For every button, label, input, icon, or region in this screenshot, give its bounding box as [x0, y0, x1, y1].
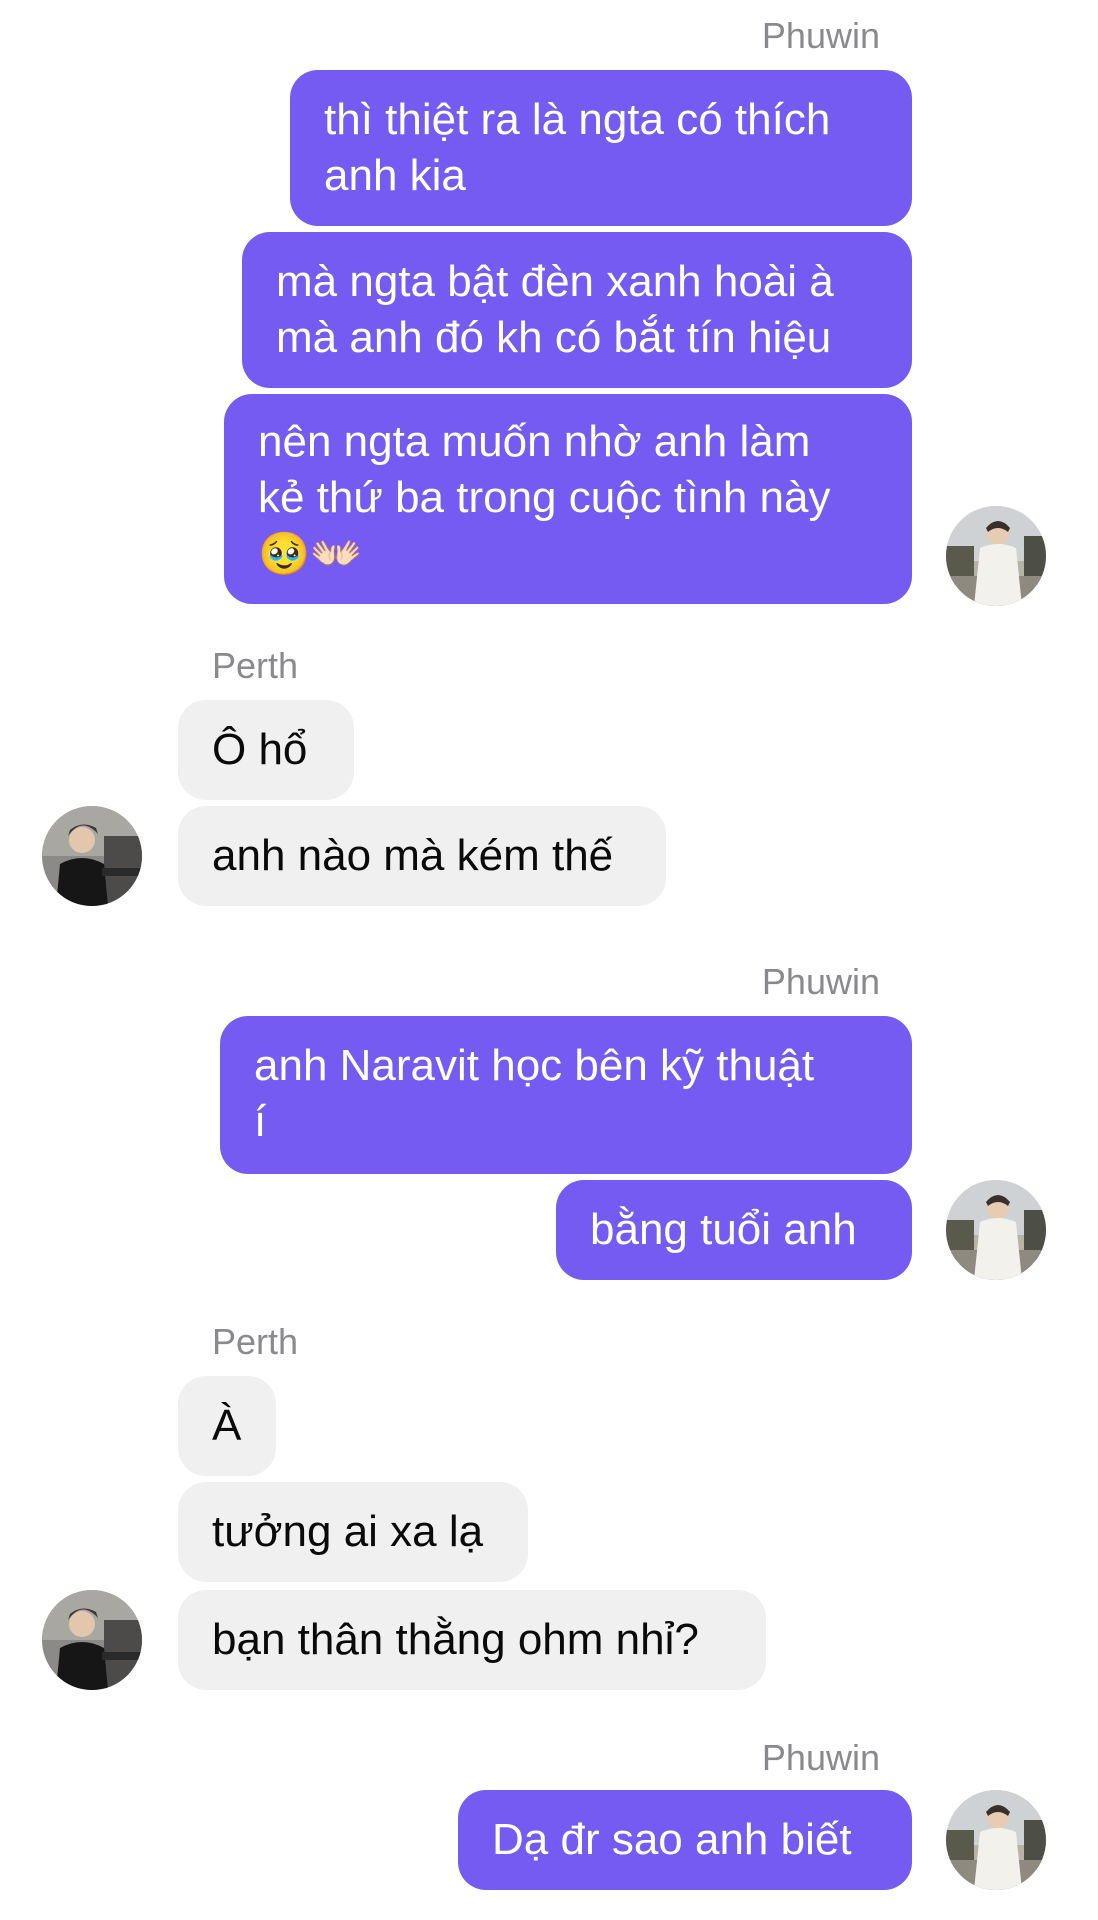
message-text: Dạ đr sao anh biết: [492, 1815, 852, 1864]
emoji-reaction: 🥹👐🏻: [258, 529, 363, 578]
avatar-phuwin[interactable]: [946, 1180, 1046, 1280]
message-text: mà anh đó kh có bắt tín hiệu: [276, 313, 832, 362]
message-bubble-outgoing[interactable]: bằng tuổi anh: [556, 1180, 912, 1280]
avatar-perth[interactable]: [42, 806, 142, 906]
message-text: bằng tuổi anh: [590, 1205, 857, 1254]
message-bubble-incoming[interactable]: bạn thân thằng ohm nhỉ?: [178, 1590, 766, 1690]
message-text: nên ngta muốn nhờ anh làm: [258, 417, 811, 466]
message-text: À: [212, 1401, 242, 1450]
message-text: Ô hổ: [212, 725, 308, 774]
message-text: anh nào mà kém thế: [212, 831, 614, 880]
avatar-perth[interactable]: [42, 1590, 142, 1690]
message-bubble-outgoing[interactable]: anh Naravit học bên kỹ thuật í: [220, 1016, 912, 1174]
message-text: anh Naravit học bên kỹ thuật: [254, 1041, 815, 1090]
message-bubble-outgoing[interactable]: nên ngta muốn nhờ anh làm kẻ thứ ba tron…: [224, 394, 912, 604]
avatar-phuwin[interactable]: [946, 506, 1046, 606]
message-text: thì thiệt ra là ngta có thích: [324, 95, 831, 144]
message-bubble-incoming[interactable]: tưởng ai xa lạ: [178, 1482, 528, 1582]
sender-label-perth: Perth: [212, 1321, 299, 1362]
sender-label-phuwin: Phuwin: [761, 1737, 880, 1778]
message-bubble-outgoing[interactable]: Dạ đr sao anh biết: [458, 1790, 912, 1890]
message-text: í: [254, 1097, 267, 1146]
sender-label-phuwin: Phuwin: [761, 15, 880, 56]
avatar-phuwin[interactable]: [946, 1790, 1046, 1890]
message-bubble-incoming[interactable]: anh nào mà kém thế: [178, 806, 666, 906]
sender-label-perth: Perth: [212, 645, 299, 686]
sender-label-phuwin: Phuwin: [761, 961, 880, 1002]
message-bubble-incoming[interactable]: À: [178, 1376, 276, 1476]
message-text: kẻ thứ ba trong cuộc tình này: [258, 473, 831, 522]
message-bubble-outgoing[interactable]: thì thiệt ra là ngta có thích anh kia: [290, 70, 912, 226]
message-bubble-outgoing[interactable]: mà ngta bật đèn xanh hoài à mà anh đó kh…: [242, 232, 912, 388]
message-text: bạn thân thằng ohm nhỉ?: [212, 1615, 699, 1664]
message-text: anh kia: [324, 151, 466, 200]
message-text: mà ngta bật đèn xanh hoài à: [276, 257, 834, 306]
message-bubble-incoming[interactable]: Ô hổ: [178, 700, 354, 800]
message-text: tưởng ai xa lạ: [212, 1507, 484, 1556]
